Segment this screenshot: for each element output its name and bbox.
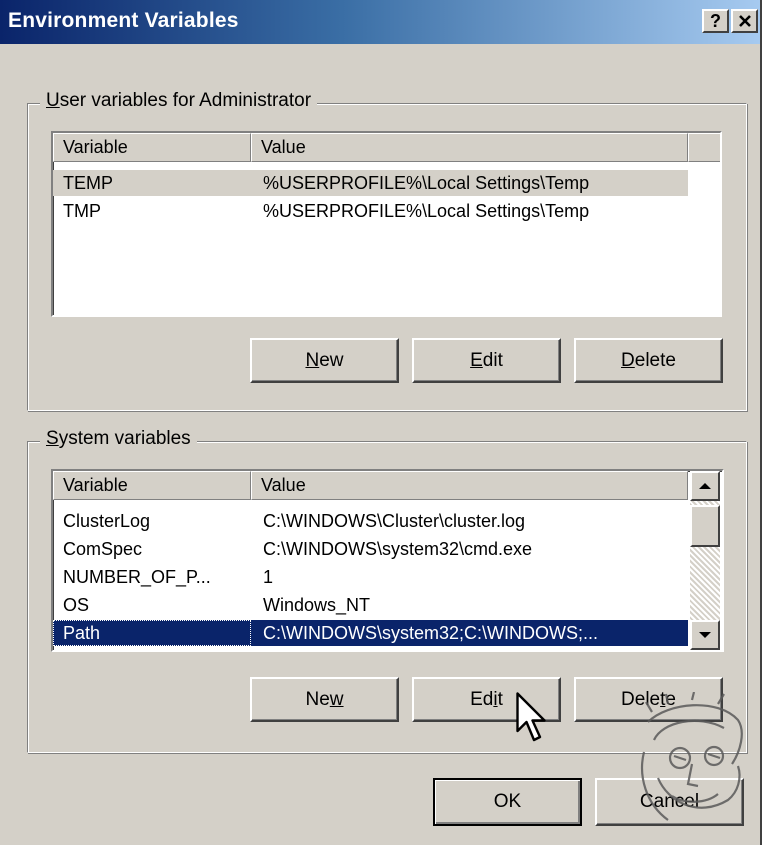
list-item[interactable]: TEMP %USERPROFILE%\Local Settings\Temp: [53, 170, 688, 196]
btn-text: Ed: [470, 689, 494, 710]
user-variables-list[interactable]: Variable Value TEMP %USERPROFILE%\Local …: [51, 131, 722, 317]
close-icon: [738, 15, 751, 27]
title-bar[interactable]: Environment Variables ?: [0, 0, 760, 44]
scroll-down-icon: [699, 632, 711, 638]
system-variables-title-text: ystem variables: [58, 428, 191, 449]
user-new-button[interactable]: New: [250, 338, 399, 383]
system-new-button[interactable]: New: [250, 677, 399, 722]
ok-button[interactable]: OK: [433, 778, 582, 826]
variable-name: ComSpec: [63, 539, 143, 559]
user-variables-title-text: ser variables for Administrator: [59, 90, 312, 111]
variable-name: Path: [53, 620, 251, 646]
btn-mnemonic: D: [621, 350, 635, 371]
user-delete-button[interactable]: Delete: [574, 338, 723, 383]
list-item[interactable]: ClusterLog C:\WINDOWS\Cluster\cluster.lo…: [53, 508, 688, 534]
column-header-value[interactable]: Value: [251, 471, 688, 500]
scroll-up-icon: [699, 483, 711, 489]
variable-value: %USERPROFILE%\Local Settings\Temp: [263, 173, 590, 193]
help-icon: ?: [710, 11, 721, 31]
btn-text: Ne: [305, 689, 330, 710]
column-header-variable[interactable]: Variable: [53, 471, 251, 500]
list-item[interactable]: NUMBER_OF_P... 1: [53, 564, 688, 590]
user-variables-mnemonic: U: [46, 90, 60, 111]
variable-name: ClusterLog: [63, 511, 151, 531]
btn-mnemonic: w: [329, 689, 344, 710]
variable-value: C:\WINDOWS\Cluster\cluster.log: [263, 511, 526, 531]
btn-text: elete: [634, 350, 676, 371]
btn-text: t: [497, 689, 503, 710]
system-variables-group-title: System variables: [40, 428, 197, 450]
watermark-seal-icon: [640, 692, 743, 821]
column-header-variable[interactable]: Variable: [53, 133, 251, 162]
variable-value: C:\WINDOWS\system32\cmd.exe: [263, 539, 533, 559]
variable-value: C:\WINDOWS\system32;C:\WINDOWS;...: [263, 623, 599, 643]
btn-mnemonic: E: [470, 350, 483, 371]
user-variables-group-title: User variables for Administrator: [40, 90, 318, 112]
system-variables-mnemonic: S: [46, 428, 59, 449]
variable-name: NUMBER_OF_P...: [63, 567, 211, 587]
variable-name: OS: [63, 595, 90, 615]
vertical-scrollbar[interactable]: [690, 471, 720, 650]
column-header-value[interactable]: Value: [251, 133, 688, 162]
list-item[interactable]: ComSpec C:\WINDOWS\system32\cmd.exe: [53, 536, 688, 562]
column-header-filler: [688, 133, 720, 162]
mouse-cursor-icon: [516, 692, 546, 742]
variable-value: 1: [263, 567, 274, 587]
btn-text: dit: [482, 350, 503, 371]
scroll-thumb[interactable]: [690, 505, 720, 547]
variable-name: TMP: [63, 201, 101, 221]
scroll-up-button[interactable]: [690, 471, 720, 501]
scroll-down-button[interactable]: [690, 620, 720, 650]
variable-value: %USERPROFILE%\Local Settings\Temp: [263, 201, 590, 221]
help-button[interactable]: ?: [702, 9, 729, 33]
btn-mnemonic: N: [305, 350, 320, 371]
list-item[interactable]: TMP %USERPROFILE%\Local Settings\Temp: [53, 198, 688, 224]
list-item[interactable]: OS Windows_NT: [53, 592, 688, 618]
user-edit-button[interactable]: Edit: [412, 338, 561, 383]
variable-value: Windows_NT: [263, 595, 371, 615]
system-variables-list[interactable]: Variable Value ClusterLog C:\WINDOWS\Clu…: [51, 469, 724, 652]
ok-label: OK: [493, 791, 522, 812]
variable-name: TEMP: [63, 173, 114, 193]
close-button[interactable]: [731, 9, 758, 33]
window-title: Environment Variables: [8, 9, 239, 32]
btn-text: ew: [319, 350, 344, 371]
list-item-selected[interactable]: Path C:\WINDOWS\system32;C:\WINDOWS;...: [53, 620, 688, 646]
environment-variables-dialog: Environment Variables ? User variables f…: [0, 0, 762, 845]
